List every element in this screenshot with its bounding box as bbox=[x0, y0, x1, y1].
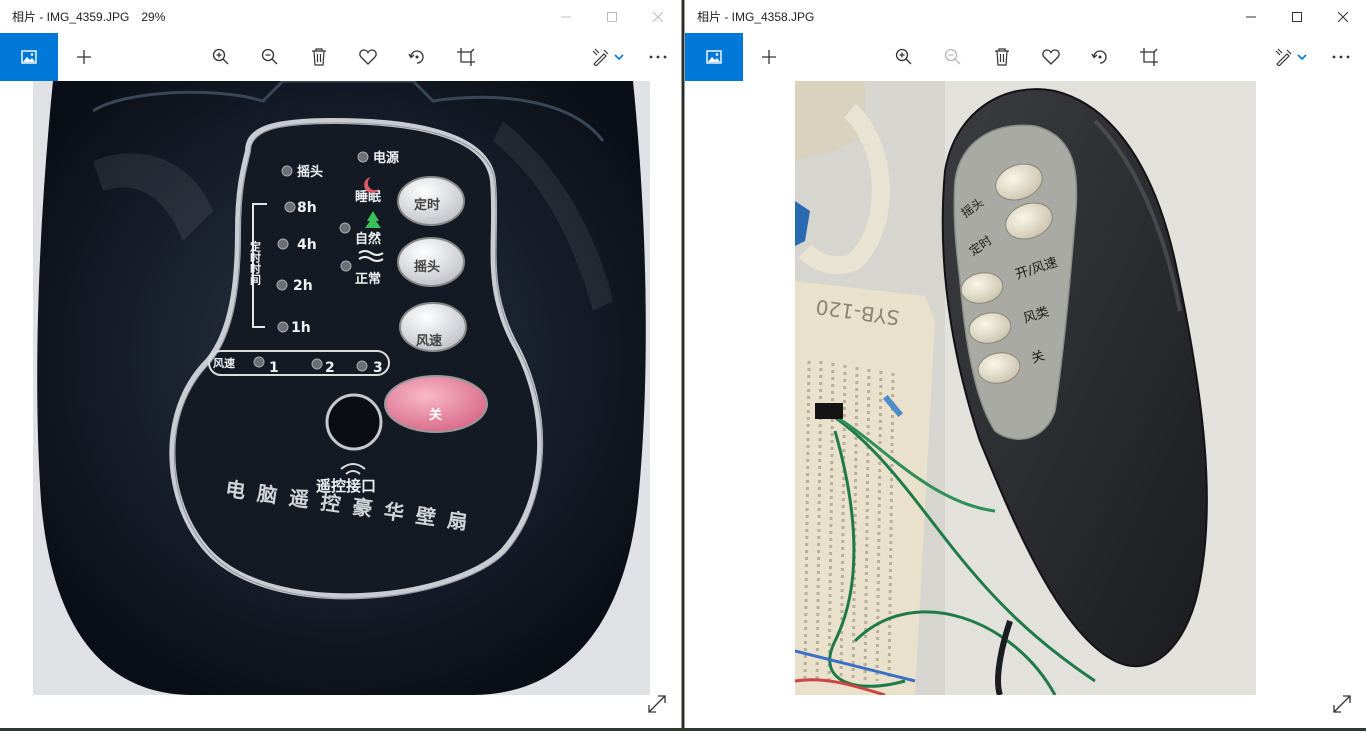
add-button[interactable] bbox=[62, 33, 106, 81]
panel-button-timer: 定时 bbox=[397, 176, 465, 226]
svg-text:关: 关 bbox=[429, 407, 442, 423]
favorite-button[interactable] bbox=[1026, 33, 1075, 81]
zoom-out-button[interactable] bbox=[928, 33, 977, 81]
picture-icon bbox=[706, 50, 722, 64]
minimize-button[interactable] bbox=[1228, 0, 1274, 33]
label-speed-3: 3 bbox=[373, 360, 383, 376]
title-bar[interactable]: 相片 - IMG_4358.JPG bbox=[685, 0, 1366, 33]
more-icon bbox=[1332, 55, 1350, 59]
zoom-out-icon bbox=[944, 48, 960, 65]
toolbar bbox=[0, 33, 681, 81]
zoom-in-button[interactable] bbox=[196, 33, 245, 81]
label-speed-2: 2 bbox=[325, 360, 335, 376]
add-button[interactable] bbox=[747, 33, 791, 81]
delete-icon bbox=[311, 48, 326, 66]
close-icon bbox=[653, 11, 663, 22]
maximize-icon bbox=[607, 11, 617, 22]
maximize-button[interactable] bbox=[1274, 0, 1320, 33]
crop-button[interactable] bbox=[441, 33, 490, 81]
zoom-in-icon bbox=[212, 48, 228, 65]
edit-draw-icon bbox=[592, 48, 609, 66]
panel-button-speed: 风速 bbox=[399, 302, 467, 352]
close-button[interactable] bbox=[1320, 0, 1366, 33]
label-natural: 自然 bbox=[355, 231, 381, 247]
plus-icon bbox=[77, 50, 91, 64]
zoom-level: 29% bbox=[141, 10, 166, 24]
delete-button[interactable] bbox=[294, 33, 343, 81]
panel-button-swing: 摇头 bbox=[397, 237, 465, 287]
remote-control-photo: SYB-120 摇头 定时 开/风速 风类 关 bbox=[795, 81, 1256, 695]
label-swing: 摇头 bbox=[297, 164, 323, 180]
title-bar[interactable]: 相片 - IMG_4359.JPG 29% bbox=[0, 0, 681, 33]
fullscreen-button[interactable] bbox=[1330, 692, 1354, 716]
window-title: 相片 - IMG_4359.JPG 29% bbox=[12, 10, 166, 24]
photo-view[interactable]: 电源 摇头 睡眠 自然 正常 8h 4h 2h 1h 风速 1 2 3 遥控接口… bbox=[33, 81, 650, 695]
zoom-out-button[interactable] bbox=[245, 33, 294, 81]
crop-button[interactable] bbox=[1124, 33, 1173, 81]
label-normal: 正常 bbox=[355, 271, 381, 287]
zoom-in-button[interactable] bbox=[879, 33, 928, 81]
edit-button[interactable] bbox=[584, 33, 632, 81]
minimize-icon bbox=[1246, 16, 1256, 17]
label-2h: 2h bbox=[293, 278, 313, 294]
label-8h: 8h bbox=[297, 200, 317, 216]
close-button[interactable] bbox=[635, 0, 681, 33]
rotate-button[interactable] bbox=[1075, 33, 1124, 81]
photos-window-right: 相片 - IMG_4358.JPG SYB-120 摇头 定时 开/风速 风类 … bbox=[684, 0, 1366, 728]
delete-icon bbox=[994, 48, 1009, 66]
favorite-button[interactable] bbox=[343, 33, 392, 81]
favorite-icon bbox=[1041, 49, 1060, 65]
label-1h: 1h bbox=[291, 320, 311, 336]
plus-icon bbox=[762, 50, 776, 64]
more-icon bbox=[649, 55, 667, 59]
expand-icon bbox=[648, 695, 666, 713]
more-button[interactable] bbox=[1321, 33, 1361, 81]
collection-button[interactable] bbox=[685, 33, 743, 81]
more-button[interactable] bbox=[638, 33, 678, 81]
fullscreen-button[interactable] bbox=[645, 692, 669, 716]
expand-icon bbox=[1333, 695, 1351, 713]
svg-text:摇头: 摇头 bbox=[414, 259, 440, 275]
toolbar bbox=[685, 33, 1366, 81]
maximize-icon bbox=[1292, 11, 1302, 22]
panel-button-off: 关 bbox=[384, 375, 488, 433]
minimize-icon bbox=[561, 16, 571, 17]
label-speed-1: 1 bbox=[269, 360, 279, 376]
chevron-down-icon bbox=[614, 54, 624, 60]
rotate-icon bbox=[407, 50, 424, 64]
label-4h: 4h bbox=[297, 237, 317, 253]
edit-button[interactable] bbox=[1267, 33, 1315, 81]
zoom-out-icon bbox=[261, 48, 277, 65]
minimize-button[interactable] bbox=[543, 0, 589, 33]
maximize-button[interactable] bbox=[589, 0, 635, 33]
edit-draw-icon bbox=[1275, 48, 1292, 66]
window-title: 相片 - IMG_4358.JPG bbox=[697, 10, 815, 24]
rotate-button[interactable] bbox=[392, 33, 441, 81]
photos-window-left: 相片 - IMG_4359.JPG 29% 电源 摇头 睡眠 自然 正常 8h … bbox=[0, 0, 682, 728]
label-speed: 风速 bbox=[213, 356, 235, 370]
rotate-icon bbox=[1090, 50, 1107, 64]
svg-text:风速: 风速 bbox=[416, 333, 442, 349]
fan-panel-photo: 电源 摇头 睡眠 自然 正常 8h 4h 2h 1h 风速 1 2 3 遥控接口… bbox=[33, 81, 650, 695]
chevron-down-icon bbox=[1297, 54, 1307, 60]
favorite-icon bbox=[358, 49, 377, 65]
zoom-in-icon bbox=[895, 48, 911, 65]
close-icon bbox=[1338, 11, 1348, 22]
collection-button[interactable] bbox=[0, 33, 58, 81]
delete-button[interactable] bbox=[977, 33, 1026, 81]
picture-icon bbox=[21, 50, 37, 64]
svg-text:定时: 定时 bbox=[413, 197, 440, 213]
crop-icon bbox=[1139, 48, 1158, 66]
crop-icon bbox=[456, 48, 475, 66]
photo-view[interactable]: SYB-120 摇头 定时 开/风速 风类 关 bbox=[795, 81, 1256, 695]
label-timer-vertical: 定时时间 bbox=[249, 240, 262, 286]
label-power: 电源 bbox=[373, 150, 399, 166]
